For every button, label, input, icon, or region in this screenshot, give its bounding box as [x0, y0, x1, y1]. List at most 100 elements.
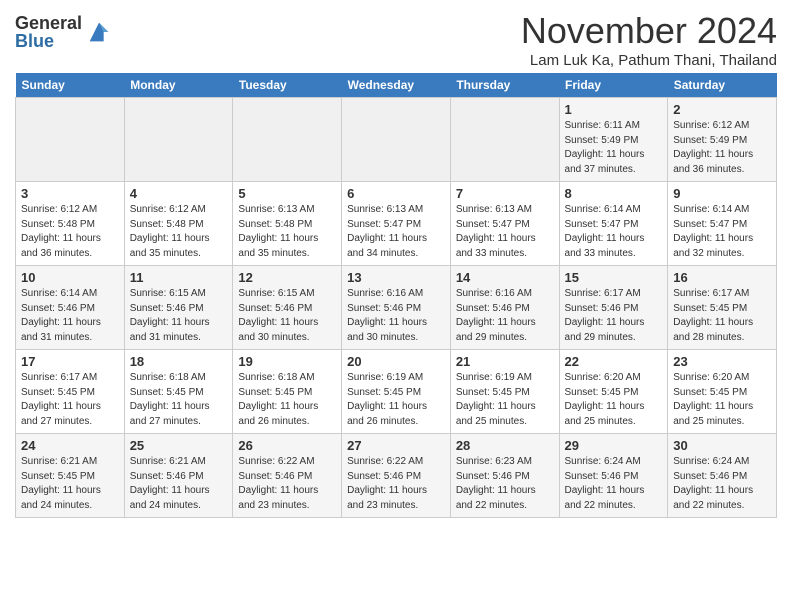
logo-general: General — [15, 14, 82, 32]
calendar-week-row: 10 Sunrise: 6:14 AM Sunset: 5:46 PM Dayli… — [16, 266, 777, 350]
weekday-header: Thursday — [450, 73, 559, 98]
calendar-cell: 4Sunrise: 6:12 AM Sunset: 5:48 PM Daylig… — [124, 182, 233, 266]
day-number: 9 — [673, 186, 771, 201]
calendar-cell: 8 Sunrise: 6:14 AM Sunset: 5:47 PM Daylig… — [559, 182, 668, 266]
day-info: Sunrise: 6:21 AM Sunset: 5:45 PM Dayligh… — [21, 455, 119, 513]
calendar-cell: 27Sunrise: 6:22 AM Sunset: 5:46 PM Dayli… — [342, 434, 451, 518]
day-info: Sunrise: 6:13 AM Sunset: 5:47 PM Dayligh… — [347, 203, 445, 261]
day-number: 12 — [238, 270, 336, 285]
logo-text: General Blue — [15, 14, 82, 50]
day-number: 29 — [565, 438, 663, 453]
calendar-cell — [16, 98, 125, 182]
day-info: Sunrise: 6:15 AM Sunset: 5:46 PM Dayligh… — [238, 287, 336, 345]
day-info: Sunrise: 6:23 AM Sunset: 5:46 PM Dayligh… — [456, 455, 554, 513]
day-number: 1 — [565, 102, 663, 117]
page-header: General Blue November 2024 Lam Luk Ka, P… — [15, 10, 777, 69]
day-number: 6 — [347, 186, 445, 201]
weekday-header: Sunday — [16, 73, 125, 98]
calendar-cell: 9 Sunrise: 6:14 AM Sunset: 5:47 PM Daylig… — [668, 182, 777, 266]
day-info: Sunrise: 6:22 AM Sunset: 5:46 PM Dayligh… — [238, 455, 336, 513]
weekday-header: Tuesday — [233, 73, 342, 98]
calendar-cell: 14 Sunrise: 6:16 AM Sunset: 5:46 PM Dayli… — [450, 266, 559, 350]
day-info: Sunrise: 6:19 AM Sunset: 5:45 PM Dayligh… — [347, 371, 445, 429]
day-info: Sunrise: 6:14 AM Sunset: 5:47 PM Dayligh… — [565, 203, 663, 261]
day-number: 30 — [673, 438, 771, 453]
calendar-cell: 16 Sunrise: 6:17 AM Sunset: 5:45 PM Dayli… — [668, 266, 777, 350]
weekday-header: Saturday — [668, 73, 777, 98]
calendar-week-row: 3 Sunrise: 6:12 AM Sunset: 5:48 PM Daylig… — [16, 182, 777, 266]
day-number: 20 — [347, 354, 445, 369]
month-title: November 2024 — [521, 10, 777, 52]
calendar-cell: 2 Sunrise: 6:12 AM Sunset: 5:49 PM Daylig… — [668, 98, 777, 182]
day-info: Sunrise: 6:17 AM Sunset: 5:45 PM Dayligh… — [673, 287, 771, 345]
weekday-header: Friday — [559, 73, 668, 98]
calendar-week-row: 17Sunrise: 6:17 AM Sunset: 5:45 PM Dayli… — [16, 350, 777, 434]
day-number: 8 — [565, 186, 663, 201]
day-number: 10 — [21, 270, 119, 285]
day-number: 2 — [673, 102, 771, 117]
day-info: Sunrise: 6:13 AM Sunset: 5:47 PM Dayligh… — [456, 203, 554, 261]
day-number: 7 — [456, 186, 554, 201]
weekday-header: Monday — [124, 73, 233, 98]
calendar-cell: 3 Sunrise: 6:12 AM Sunset: 5:48 PM Daylig… — [16, 182, 125, 266]
day-info: Sunrise: 6:14 AM Sunset: 5:47 PM Dayligh… — [673, 203, 771, 261]
day-number: 22 — [565, 354, 663, 369]
title-section: November 2024 Lam Luk Ka, Pathum Thani, … — [521, 10, 777, 69]
day-info: Sunrise: 6:19 AM Sunset: 5:45 PM Dayligh… — [456, 371, 554, 429]
logo-blue: Blue — [15, 32, 82, 50]
day-info: Sunrise: 6:18 AM Sunset: 5:45 PM Dayligh… — [130, 371, 228, 429]
day-info: Sunrise: 6:18 AM Sunset: 5:45 PM Dayligh… — [238, 371, 336, 429]
day-number: 26 — [238, 438, 336, 453]
calendar-cell: 26 Sunrise: 6:22 AM Sunset: 5:46 PM Dayli… — [233, 434, 342, 518]
calendar-cell: 24 Sunrise: 6:21 AM Sunset: 5:45 PM Dayli… — [16, 434, 125, 518]
calendar-cell: 1 Sunrise: 6:11 AM Sunset: 5:49 PM Daylig… — [559, 98, 668, 182]
calendar-cell — [450, 98, 559, 182]
day-info: Sunrise: 6:11 AM Sunset: 5:49 PM Dayligh… — [565, 119, 663, 177]
day-number: 25 — [130, 438, 228, 453]
day-info: Sunrise: 6:22 AM Sunset: 5:46 PM Dayligh… — [347, 455, 445, 513]
calendar-cell: 17Sunrise: 6:17 AM Sunset: 5:45 PM Dayli… — [16, 350, 125, 434]
calendar-cell: 6 Sunrise: 6:13 AM Sunset: 5:47 PM Daylig… — [342, 182, 451, 266]
location: Lam Luk Ka, Pathum Thani, Thailand — [521, 52, 777, 69]
day-info: Sunrise: 6:16 AM Sunset: 5:46 PM Dayligh… — [347, 287, 445, 345]
calendar-cell — [342, 98, 451, 182]
day-number: 5 — [238, 186, 336, 201]
calendar-cell — [233, 98, 342, 182]
day-info: Sunrise: 6:21 AM Sunset: 5:46 PM Dayligh… — [130, 455, 228, 513]
day-info: Sunrise: 6:12 AM Sunset: 5:48 PM Dayligh… — [21, 203, 119, 261]
day-info: Sunrise: 6:13 AM Sunset: 5:48 PM Dayligh… — [238, 203, 336, 261]
day-number: 17 — [21, 354, 119, 369]
calendar-cell — [124, 98, 233, 182]
calendar-cell: 11 Sunrise: 6:15 AM Sunset: 5:46 PM Dayli… — [124, 266, 233, 350]
day-number: 16 — [673, 270, 771, 285]
day-number: 21 — [456, 354, 554, 369]
calendar-cell: 13Sunrise: 6:16 AM Sunset: 5:46 PM Dayli… — [342, 266, 451, 350]
day-info: Sunrise: 6:20 AM Sunset: 5:45 PM Dayligh… — [673, 371, 771, 429]
day-info: Sunrise: 6:15 AM Sunset: 5:46 PM Dayligh… — [130, 287, 228, 345]
logo: General Blue — [15, 14, 113, 50]
day-info: Sunrise: 6:24 AM Sunset: 5:46 PM Dayligh… — [565, 455, 663, 513]
day-info: Sunrise: 6:17 AM Sunset: 5:46 PM Dayligh… — [565, 287, 663, 345]
calendar-cell: 25 Sunrise: 6:21 AM Sunset: 5:46 PM Dayli… — [124, 434, 233, 518]
calendar-cell: 22 Sunrise: 6:20 AM Sunset: 5:45 PM Dayli… — [559, 350, 668, 434]
calendar-cell: 5 Sunrise: 6:13 AM Sunset: 5:48 PM Daylig… — [233, 182, 342, 266]
calendar-cell: 15 Sunrise: 6:17 AM Sunset: 5:46 PM Dayli… — [559, 266, 668, 350]
day-info: Sunrise: 6:12 AM Sunset: 5:48 PM Dayligh… — [130, 203, 228, 261]
weekday-header-row: SundayMondayTuesdayWednesdayThursdayFrid… — [16, 73, 777, 98]
day-info: Sunrise: 6:24 AM Sunset: 5:46 PM Dayligh… — [673, 455, 771, 513]
calendar-week-row: 1 Sunrise: 6:11 AM Sunset: 5:49 PM Daylig… — [16, 98, 777, 182]
day-info: Sunrise: 6:20 AM Sunset: 5:45 PM Dayligh… — [565, 371, 663, 429]
calendar-cell: 12 Sunrise: 6:15 AM Sunset: 5:46 PM Dayli… — [233, 266, 342, 350]
calendar-cell: 19Sunrise: 6:18 AM Sunset: 5:45 PM Dayli… — [233, 350, 342, 434]
day-number: 18 — [130, 354, 228, 369]
day-info: Sunrise: 6:12 AM Sunset: 5:49 PM Dayligh… — [673, 119, 771, 177]
day-number: 11 — [130, 270, 228, 285]
day-info: Sunrise: 6:14 AM Sunset: 5:46 PM Dayligh… — [21, 287, 119, 345]
day-number: 24 — [21, 438, 119, 453]
day-number: 14 — [456, 270, 554, 285]
day-number: 3 — [21, 186, 119, 201]
day-number: 23 — [673, 354, 771, 369]
calendar-cell: 10 Sunrise: 6:14 AM Sunset: 5:46 PM Dayli… — [16, 266, 125, 350]
day-number: 15 — [565, 270, 663, 285]
day-info: Sunrise: 6:16 AM Sunset: 5:46 PM Dayligh… — [456, 287, 554, 345]
